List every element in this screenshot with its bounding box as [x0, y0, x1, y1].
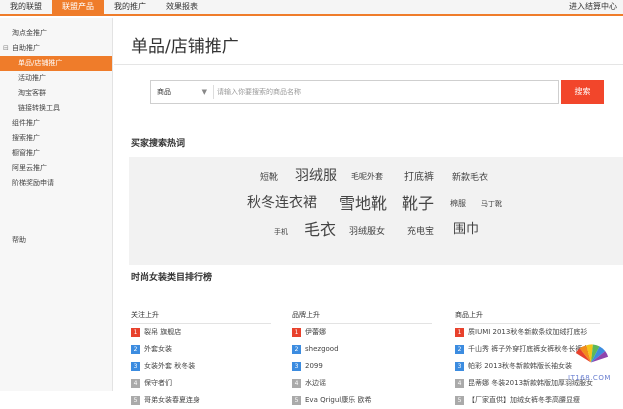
nav-my-promotion[interactable]: 我的推广: [104, 0, 156, 14]
rank-number: 5: [131, 396, 140, 405]
rank-title: 时尚女装类目排行榜: [131, 273, 213, 283]
hot-words-panel: 短靴 羽绒服 毛呢外套 打底裤 新款毛衣 秋冬连衣裙 雪地靴 靴子 棉服 马丁靴…: [129, 157, 623, 265]
it168-watermark-logo: IT168.COM: [566, 334, 616, 386]
rank-number: 4: [131, 379, 140, 388]
sidebar-item-single-store[interactable]: 单品/店铺推广: [0, 56, 112, 71]
rank-row[interactable]: 4 水边谣: [292, 375, 432, 392]
page-title: 单品/店铺推广: [131, 37, 239, 57]
rank-row[interactable]: 1 裂帛 旗舰店: [131, 324, 271, 341]
hot-word[interactable]: 短靴: [260, 170, 278, 183]
search-input[interactable]: [217, 82, 551, 102]
sidebar-item-taodianjin[interactable]: 淘点金推广: [0, 26, 112, 41]
rank-row[interactable]: 3 2099: [292, 358, 432, 375]
rank-row[interactable]: 4 保守者们: [131, 375, 271, 392]
title-divider: [114, 64, 623, 65]
sidebar-item-link-tool[interactable]: 链接转换工具: [0, 101, 112, 116]
rank-column-head: 品牌上升: [292, 310, 432, 324]
watermark-text: IT168.COM: [568, 374, 611, 382]
hot-word[interactable]: 棉服: [450, 198, 466, 209]
hot-words-title: 买家搜索热词: [131, 139, 186, 149]
sidebar-help-link[interactable]: 帮助: [0, 233, 112, 248]
rank-number: 3: [131, 362, 140, 371]
rank-number: 4: [455, 379, 464, 388]
nav-effect-report[interactable]: 效果报表: [156, 0, 208, 14]
rank-row[interactable]: 2 shezgood: [292, 341, 432, 358]
rank-row[interactable]: 2 外套女装: [131, 341, 271, 358]
rank-number: 1: [292, 328, 301, 337]
rank-row[interactable]: 5 Eva Qrigul康乐 欧希: [292, 392, 432, 409]
sidebar-item-search-promo[interactable]: 搜索推广: [0, 131, 112, 146]
rank-column-head: 关注上升: [131, 310, 271, 324]
search-category-label: 商品: [157, 88, 171, 96]
chevron-down-icon: ▼: [201, 88, 207, 96]
main-content: 单品/店铺推广 商品 ▼ 搜索 买家搜索热词 短靴 羽绒服 毛呢外套 打底裤 新…: [114, 18, 623, 405]
search-divider: [213, 85, 214, 99]
nav-my-union[interactable]: 我的联盟: [0, 0, 52, 14]
rank-number: 1: [131, 328, 140, 337]
rank-row[interactable]: 5 【厂家直供】加绒女裤冬季高腰显瘦: [455, 392, 600, 409]
rank-number: 1: [455, 328, 464, 337]
rank-number: 2: [455, 345, 464, 354]
sidebar-item-showcase[interactable]: 橱窗推广: [0, 146, 112, 161]
search-box: 商品 ▼: [150, 80, 559, 104]
search-button[interactable]: 搜索: [561, 80, 604, 104]
hot-word[interactable]: 秋冬连衣裙: [247, 192, 317, 212]
fan-logo-icon: [575, 344, 609, 363]
rank-number: 5: [455, 396, 464, 405]
hot-word[interactable]: 雪地靴: [339, 190, 387, 214]
rank-number: 2: [131, 345, 140, 354]
hot-word[interactable]: 靴子: [402, 190, 434, 214]
hot-word[interactable]: 羽绒服: [295, 165, 337, 185]
top-nav: 我的联盟 联盟产品 我的推广 效果报表: [0, 0, 208, 14]
hot-word[interactable]: 毛衣: [304, 216, 336, 240]
hot-word[interactable]: 充电宝: [407, 224, 434, 237]
top-nav-bar: 我的联盟 联盟产品 我的推广 效果报表 进入结算中心: [0, 0, 623, 16]
rank-number: 4: [292, 379, 301, 388]
rank-column-brand: 品牌上升 1 伊蕾娜 2 shezgood 3 2099 4 水边谣 5 Eva Qrig…: [292, 310, 432, 409]
sidebar-group-self-promotion[interactable]: 自助推广: [0, 41, 112, 56]
hot-word[interactable]: 羽绒服女: [349, 224, 385, 237]
sidebar: 淘点金推广 自助推广 单品/店铺推广 活动推广 淘宝客群 链接转换工具 组件推广…: [0, 18, 113, 391]
sidebar-item-tier-reward[interactable]: 阶梯奖励申请: [0, 176, 112, 191]
rank-row[interactable]: 3 女装外套 秋冬装: [131, 358, 271, 375]
sidebar-item-widget[interactable]: 组件推广: [0, 116, 112, 131]
hot-word[interactable]: 围巾: [453, 218, 479, 237]
settlement-center-link[interactable]: 进入结算中心: [569, 0, 617, 14]
nav-union-products[interactable]: 联盟产品: [52, 0, 104, 14]
rank-number: 3: [292, 362, 301, 371]
hot-word[interactable]: 马丁靴: [481, 199, 502, 209]
sidebar-item-aliyun[interactable]: 阿里云推广: [0, 161, 112, 176]
rank-column-head: 商品上升: [455, 310, 600, 324]
rank-number: 5: [292, 396, 301, 405]
hot-word[interactable]: 新款毛衣: [452, 170, 488, 183]
rank-row[interactable]: 1 伊蕾娜: [292, 324, 432, 341]
hot-word[interactable]: 毛呢外套: [351, 171, 383, 182]
hot-word[interactable]: 打底裤: [404, 168, 434, 183]
rank-row[interactable]: 5 哥弟女装春夏连身: [131, 392, 271, 409]
hot-word[interactable]: 手机: [274, 227, 288, 237]
rank-column-attention: 关注上升 1 裂帛 旗舰店 2 外套女装 3 女装外套 秋冬装 4 保守者们 5 哥弟女装…: [131, 310, 271, 409]
search-category-select[interactable]: 商品 ▼: [151, 81, 213, 103]
rank-number: 2: [292, 345, 301, 354]
sidebar-item-activity[interactable]: 活动推广: [0, 71, 112, 86]
sidebar-item-taoke-group[interactable]: 淘宝客群: [0, 86, 112, 101]
rank-number: 3: [455, 362, 464, 371]
